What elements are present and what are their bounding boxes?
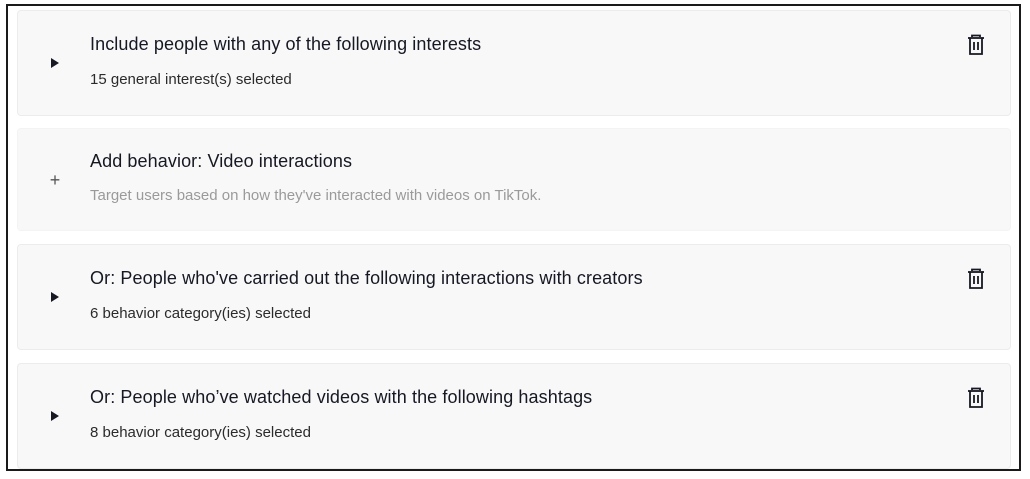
card-title: Or: People who've carried out the follow… (90, 268, 643, 288)
caret-right-icon[interactable] (48, 409, 62, 423)
add-behavior-card[interactable]: + Add behavior: Video interactions Targe… (17, 128, 1011, 231)
plus-icon[interactable]: + (48, 171, 62, 189)
trash-icon[interactable] (966, 387, 986, 409)
targeting-panel: Include people with any of the following… (6, 4, 1021, 471)
interest-card[interactable]: Include people with any of the following… (17, 10, 1011, 116)
card-subtitle: 6 behavior category(ies) selected (90, 305, 311, 322)
card-title: Include people with any of the following… (90, 34, 482, 54)
creator-interactions-card[interactable]: Or: People who've carried out the follow… (17, 244, 1011, 350)
trash-icon[interactable] (966, 268, 986, 290)
card-subtitle: 15 general interest(s) selected (90, 71, 292, 88)
card-title: Or: People who’ve watched videos with th… (90, 387, 593, 407)
caret-right-icon[interactable] (48, 56, 62, 70)
card-subtitle: Target users based on how they've intera… (90, 187, 542, 204)
caret-right-icon[interactable] (48, 290, 62, 304)
hashtag-card[interactable]: Or: People who’ve watched videos with th… (17, 363, 1011, 469)
card-title: Add behavior: Video interactions (90, 151, 353, 171)
card-subtitle: 8 behavior category(ies) selected (90, 424, 311, 441)
trash-icon[interactable] (966, 34, 986, 56)
